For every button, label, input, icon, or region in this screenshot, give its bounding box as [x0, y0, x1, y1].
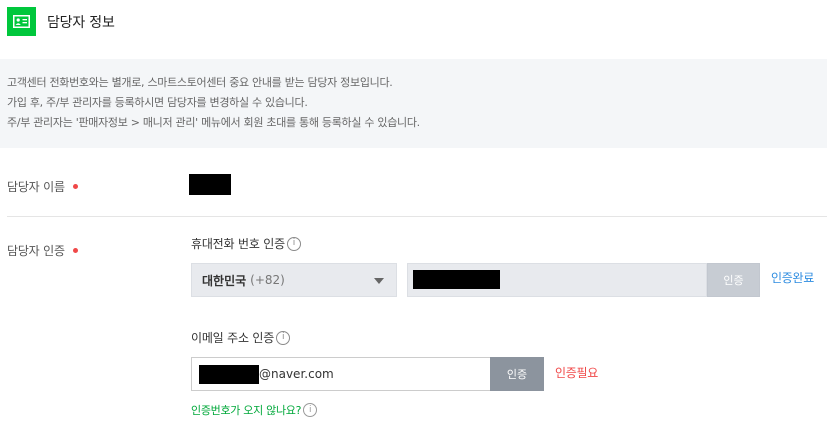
info-icon[interactable]: i: [276, 330, 291, 345]
manager-auth-label: 담당자 인증: [7, 242, 78, 259]
id-card-icon: [7, 7, 36, 36]
email-input[interactable]: @naver.com: [191, 357, 491, 391]
required-indicator: [72, 184, 78, 189]
email-verify-button[interactable]: 인증: [490, 357, 544, 391]
country-code: (+82): [250, 273, 285, 287]
phone-number-input[interactable]: [407, 263, 707, 297]
notice-line: 주/부 관리자는 '판매자정보 > 매니저 관리' 메뉴에서 회원 초대를 통해…: [7, 116, 420, 129]
required-indicator: [72, 248, 78, 253]
phone-verify-status: 인증완료: [771, 271, 814, 285]
manager-name-value-redacted: [189, 174, 231, 195]
notice-line: 고객센터 전화번호와는 별개로, 스마트스토어센터 중요 안내를 받는 담당자 …: [7, 76, 393, 89]
section-title: 담당자 정보: [47, 15, 115, 31]
manager-name-label-text: 담당자 이름: [7, 180, 65, 194]
code-not-received-link[interactable]: 인증번호가 오지 않나요? i: [191, 402, 318, 418]
row-divider: [7, 216, 827, 217]
country-code-select[interactable]: 대한민국 (+82): [191, 263, 397, 297]
info-icon[interactable]: i: [303, 403, 318, 417]
email-domain: @naver.com: [259, 367, 334, 381]
notice-line: 가입 후, 주/부 관리자를 등록하시면 담당자를 변경하실 수 있습니다.: [7, 96, 308, 109]
phone-verify-button[interactable]: 인증: [707, 263, 760, 297]
help-link-text[interactable]: 인증번호가 오지 않나요?: [191, 402, 301, 418]
phone-number-redacted: [413, 270, 500, 289]
email-auth-label-text: 이메일 주소 인증: [191, 331, 275, 345]
manager-auth-label-text: 담당자 인증: [7, 244, 65, 258]
manager-name-label: 담당자 이름: [7, 178, 78, 195]
email-auth-label: 이메일 주소 인증 i: [191, 329, 291, 346]
phone-auth-label-text: 휴대전화 번호 인증: [191, 237, 285, 251]
section-header: 담당자 정보: [0, 0, 827, 44]
phone-auth-label: 휴대전화 번호 인증 i: [191, 235, 301, 252]
country-name: 대한민국: [202, 273, 247, 288]
email-id-redacted: [199, 365, 259, 384]
chevron-down-icon: [374, 278, 384, 284]
email-verify-status: 인증필요: [555, 366, 598, 380]
info-icon[interactable]: i: [286, 236, 301, 251]
notice-box: 고객센터 전화번호와는 별개로, 스마트스토어센터 중요 안내를 받는 담당자 …: [0, 59, 827, 148]
